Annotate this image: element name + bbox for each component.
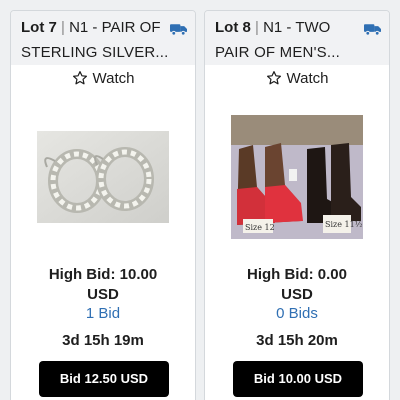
lot-photo[interactable] (11, 107, 195, 247)
lot-title-part1: N1 - TWO (263, 19, 331, 36)
star-icon (72, 71, 87, 85)
lot-header: Lot 8 | N1 - TWO PAIR OF MEN'S... (205, 11, 389, 65)
lot-number: Lot 8 (215, 19, 251, 36)
lot-card[interactable]: Lot 8 | N1 - TWO PAIR OF MEN'S... Watch (204, 10, 390, 400)
size-tag-left: Size 12 (245, 223, 275, 232)
truck-icon (170, 24, 187, 36)
watch-button[interactable]: Watch (205, 67, 389, 89)
lot-number: Lot 7 (21, 19, 57, 36)
earrings-photo (37, 131, 169, 223)
lot-photo[interactable]: Size 12 Size 11½ (205, 107, 389, 247)
lot-title-line1[interactable]: Lot 7 | N1 - PAIR OF (21, 19, 161, 36)
bid-count-link[interactable]: 1 Bid (11, 305, 195, 322)
title-separator: | (61, 19, 65, 36)
watch-label: Watch (92, 69, 135, 87)
size-tag-right: Size 11½ (325, 220, 363, 229)
lot-title-line2[interactable]: PAIR OF MEN'S... (215, 44, 340, 61)
lot-title-line2[interactable]: STERLING SILVER... (21, 44, 169, 61)
lot-card[interactable]: Lot 7 | N1 - PAIR OF STERLING SILVER... … (10, 10, 196, 400)
boots-photo: Size 12 Size 11½ (231, 115, 363, 239)
time-remaining: 3d 15h 19m (62, 332, 144, 349)
star-icon (266, 71, 281, 85)
high-bid-currency: USD (281, 286, 313, 303)
high-bid-amount: High Bid: 10.00 (48, 266, 158, 283)
bid-button[interactable]: Bid 12.50 USD (39, 361, 169, 397)
lot-grid: Lot 7 | N1 - PAIR OF STERLING SILVER... … (0, 0, 400, 400)
truck-icon (364, 24, 381, 36)
lot-title-line1[interactable]: Lot 8 | N1 - TWO (215, 19, 330, 36)
watch-label: Watch (286, 69, 329, 87)
watch-button[interactable]: Watch (11, 67, 195, 89)
lot-header: Lot 7 | N1 - PAIR OF STERLING SILVER... (11, 11, 195, 65)
bid-button[interactable]: Bid 10.00 USD (233, 361, 363, 397)
time-remaining: 3d 15h 20m (256, 332, 338, 349)
title-separator: | (255, 19, 259, 36)
high-bid-currency: USD (87, 286, 119, 303)
lot-title-part1: N1 - PAIR OF (69, 19, 161, 36)
high-bid-amount: High Bid: 0.00 (246, 266, 347, 283)
bid-count-link[interactable]: 0 Bids (205, 305, 389, 322)
